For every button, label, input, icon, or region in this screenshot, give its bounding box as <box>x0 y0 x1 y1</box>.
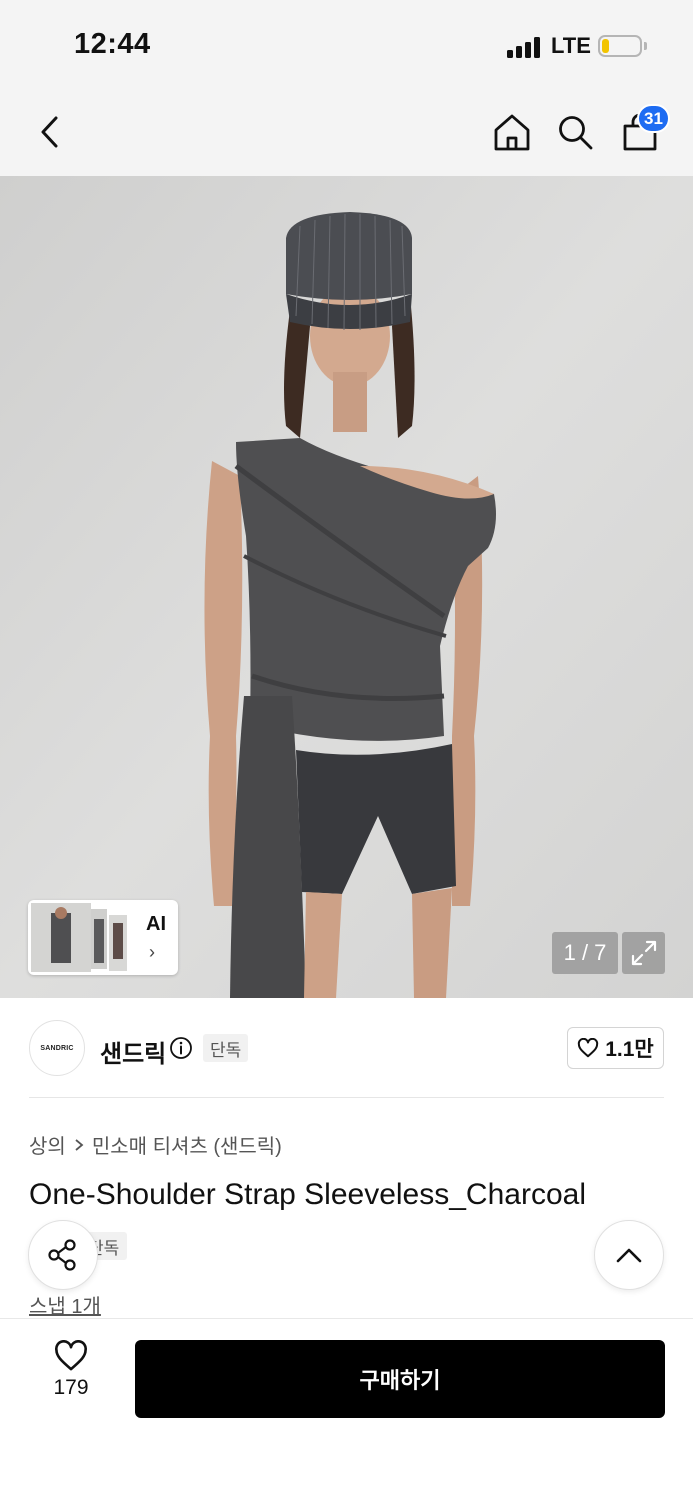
heart-icon <box>55 1340 87 1371</box>
chevron-up-icon <box>616 1248 642 1263</box>
wishlist-button[interactable]: 179 <box>36 1340 106 1415</box>
search-icon <box>559 116 593 150</box>
info-icon[interactable] <box>169 1036 193 1060</box>
network-type: LTE <box>551 33 591 58</box>
signal-icon <box>507 36 543 58</box>
heart-icon <box>578 1038 599 1058</box>
breadcrumb: 상의 민소매 티셔츠 (샌드릭) <box>29 1130 282 1159</box>
back-icon <box>41 116 58 148</box>
divider <box>29 1097 664 1098</box>
brand-logo-text: SANDRIC <box>40 1044 74 1052</box>
brand-like-button[interactable]: 1.1만 <box>567 1027 664 1069</box>
chevron-right-icon: › <box>149 942 155 962</box>
home-button[interactable] <box>488 108 536 156</box>
exclusive-badge: 단독 <box>203 1034 249 1062</box>
ai-label: AI <box>146 913 166 935</box>
brand-name[interactable]: 샌드릭 <box>100 1034 166 1069</box>
brand-like-count: 1.1만 <box>605 1038 654 1061</box>
nav-bar <box>0 88 693 176</box>
status-bar: 12:44 LTE <box>0 0 693 88</box>
breadcrumb-subcategory[interactable]: 민소매 티셔츠 (샌드릭) <box>92 1130 282 1159</box>
product-image[interactable] <box>0 176 693 998</box>
home-icon <box>494 114 530 151</box>
chevron-right-icon <box>75 1138 84 1151</box>
ai-recommendation-card[interactable] <box>28 900 178 975</box>
expand-button[interactable] <box>622 932 665 974</box>
buy-button[interactable]: 구매하기 <box>135 1340 665 1418</box>
wishlist-count: 179 <box>53 1376 89 1399</box>
scroll-top-button[interactable] <box>594 1220 664 1290</box>
battery-tip <box>644 42 647 50</box>
back-button[interactable] <box>26 108 74 156</box>
status-time: 12:44 <box>74 28 151 60</box>
share-button[interactable] <box>28 1220 98 1290</box>
product-title: One-Shoulder Strap Sleeveless_Charcoal <box>29 1178 586 1211</box>
image-pager: 1 / 7 <box>552 932 618 974</box>
battery-icon <box>598 35 642 57</box>
expand-icon <box>631 940 656 966</box>
breadcrumb-category[interactable]: 상의 <box>29 1130 66 1159</box>
share-icon <box>48 1239 76 1271</box>
ai-thumbnails <box>31 903 127 972</box>
search-button[interactable] <box>551 108 599 156</box>
snap-link[interactable]: 스냅 1개 <box>29 1290 101 1319</box>
brand-logo[interactable]: SANDRIC <box>29 1020 85 1076</box>
cart-count-badge: 31 <box>637 104 670 133</box>
model-photo <box>0 176 693 998</box>
